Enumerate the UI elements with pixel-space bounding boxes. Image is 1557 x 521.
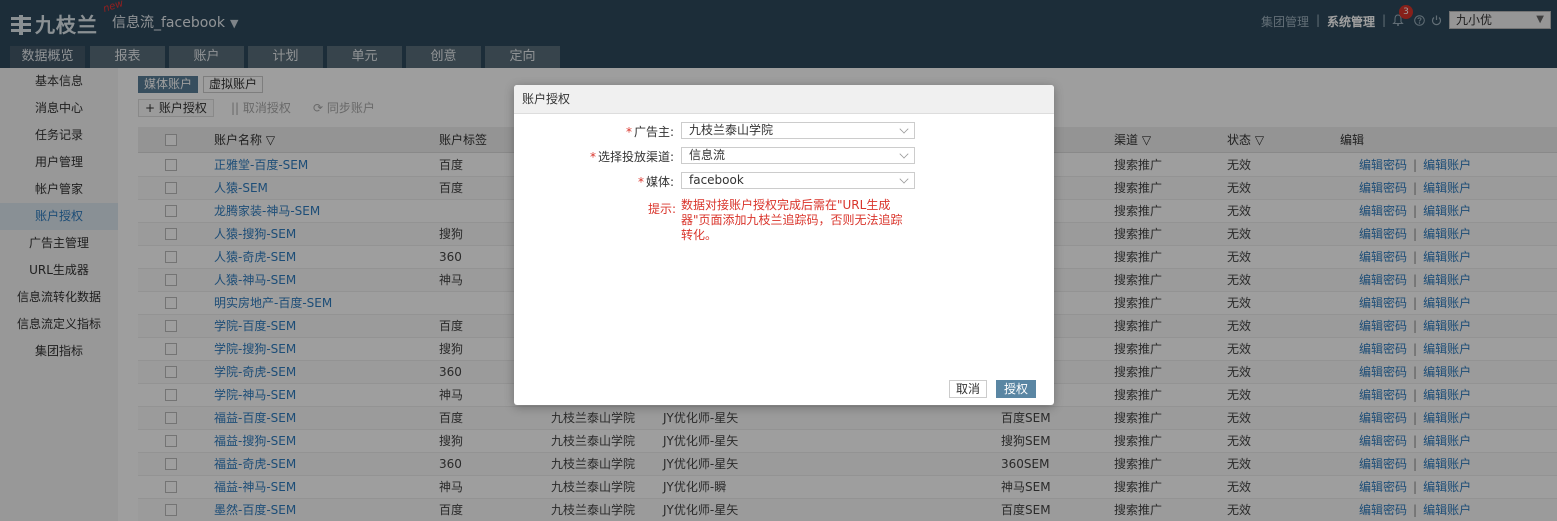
- authorize-button[interactable]: 授权: [996, 380, 1036, 398]
- dialog-title: 账户授权: [514, 85, 1054, 114]
- media-label: * 媒体:: [637, 175, 674, 189]
- advertiser-select[interactable]: 九枝兰泰山学院: [681, 122, 915, 139]
- channel-select[interactable]: 信息流: [681, 147, 915, 164]
- chevron-down-icon: [899, 149, 909, 159]
- channel-label: * 选择投放渠道:: [589, 150, 674, 164]
- account-authorization-dialog: 账户授权 * 广告主: 九枝兰泰山学院 * 选择投放渠道: 信息流 * 媒体: fac…: [514, 85, 1054, 405]
- tip-label: 提示:: [648, 202, 677, 216]
- chevron-down-icon: [899, 124, 909, 134]
- cancel-button[interactable]: 取消: [949, 380, 987, 398]
- advertiser-label: * 广告主:: [625, 125, 674, 139]
- tip-text: 数据对接账户授权完成后需在"URL生成器"页面添加九枝兰追踪码，否则无法追踪转化…: [681, 198, 903, 242]
- media-select[interactable]: facebook: [681, 172, 915, 189]
- chevron-down-icon: [899, 174, 909, 184]
